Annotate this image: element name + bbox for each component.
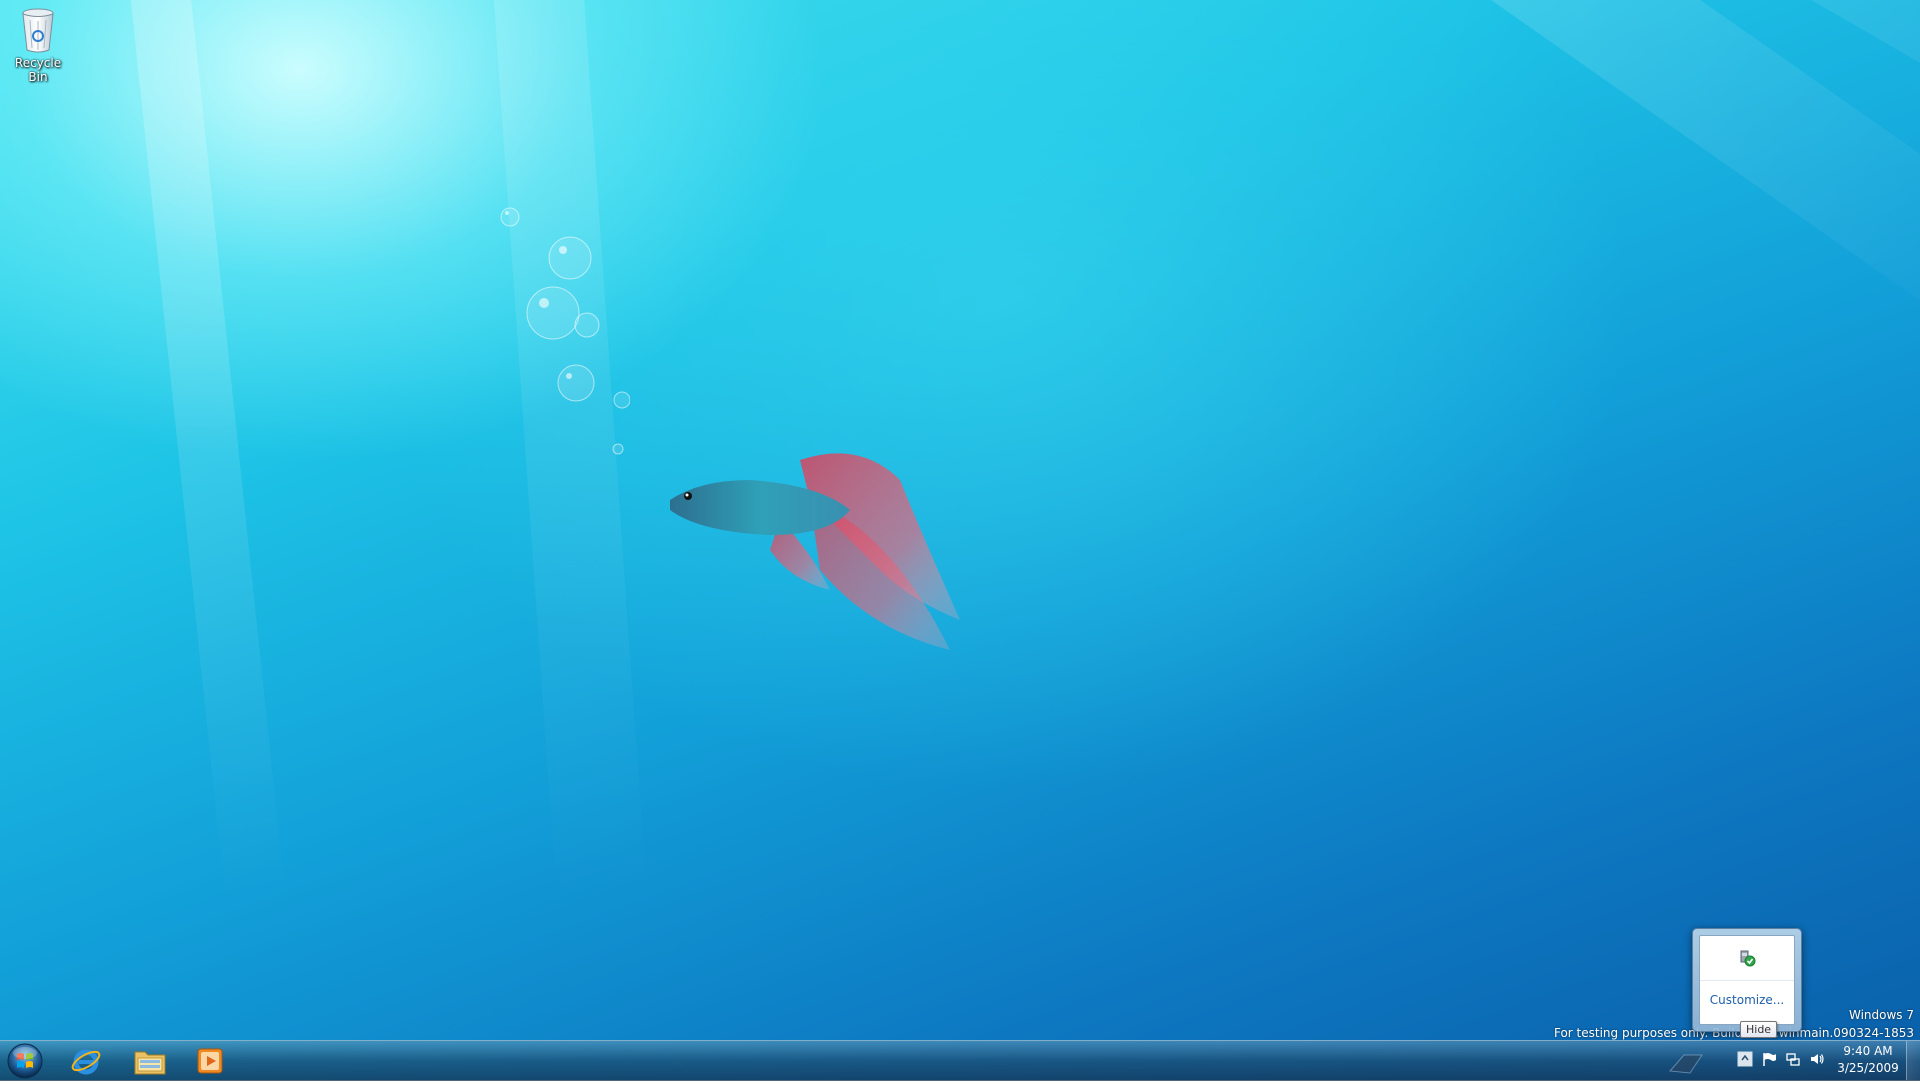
clock-time: 9:40 AM (1836, 1043, 1900, 1060)
desktop[interactable]: Recycle Bin (0, 0, 1920, 1080)
folder-explorer-icon (133, 1046, 167, 1076)
start-button[interactable] (6, 1042, 44, 1080)
show-hidden-icons-icon (1737, 1051, 1753, 1067)
show-desktop-button[interactable] (1906, 1041, 1920, 1080)
taskbar-clock[interactable]: 9:40 AM 3/25/2009 (1836, 1043, 1900, 1077)
wallpaper-bubbles (490, 200, 630, 460)
internet-explorer-icon (70, 1045, 102, 1077)
notification-overflow-panel: Customize... (1699, 935, 1795, 1025)
recycle-bin-icon (18, 6, 58, 54)
customize-link[interactable]: Customize... (1700, 993, 1794, 1007)
network-icon (1785, 1051, 1801, 1067)
taskbar (0, 1040, 1920, 1081)
wallpaper-betta-fish (660, 440, 980, 660)
action-center-flag-icon (1761, 1051, 1777, 1067)
volume-button[interactable] (1808, 1050, 1826, 1068)
taskbar-pinned-windows-explorer[interactable] (124, 1043, 176, 1079)
overflow-icon-area (1700, 936, 1794, 981)
safely-remove-hardware-icon[interactable] (1738, 949, 1756, 967)
desktop-icon-recycle-bin[interactable]: Recycle Bin (4, 6, 72, 84)
light-ray (1276, 0, 1920, 365)
volume-icon (1809, 1051, 1825, 1067)
windows-orb-icon (6, 1042, 44, 1080)
network-button[interactable] (1784, 1050, 1802, 1068)
media-player-icon (195, 1046, 225, 1076)
desktop-icon-label: Recycle Bin (4, 56, 72, 84)
notification-overflow-popup: Customize... (1692, 928, 1802, 1032)
tray-device-icon (1664, 1041, 1708, 1081)
tooltip: Hide (1740, 1021, 1777, 1038)
light-ray (110, 0, 285, 897)
taskbar-pinned-media-player[interactable] (184, 1043, 236, 1079)
show-hidden-icons-button[interactable] (1736, 1050, 1754, 1068)
os-watermark-title: Windows 7 (1849, 1008, 1914, 1022)
taskbar-pinned-internet-explorer[interactable] (60, 1043, 112, 1079)
action-center-button[interactable] (1760, 1050, 1778, 1068)
clock-date: 3/25/2009 (1836, 1060, 1900, 1077)
